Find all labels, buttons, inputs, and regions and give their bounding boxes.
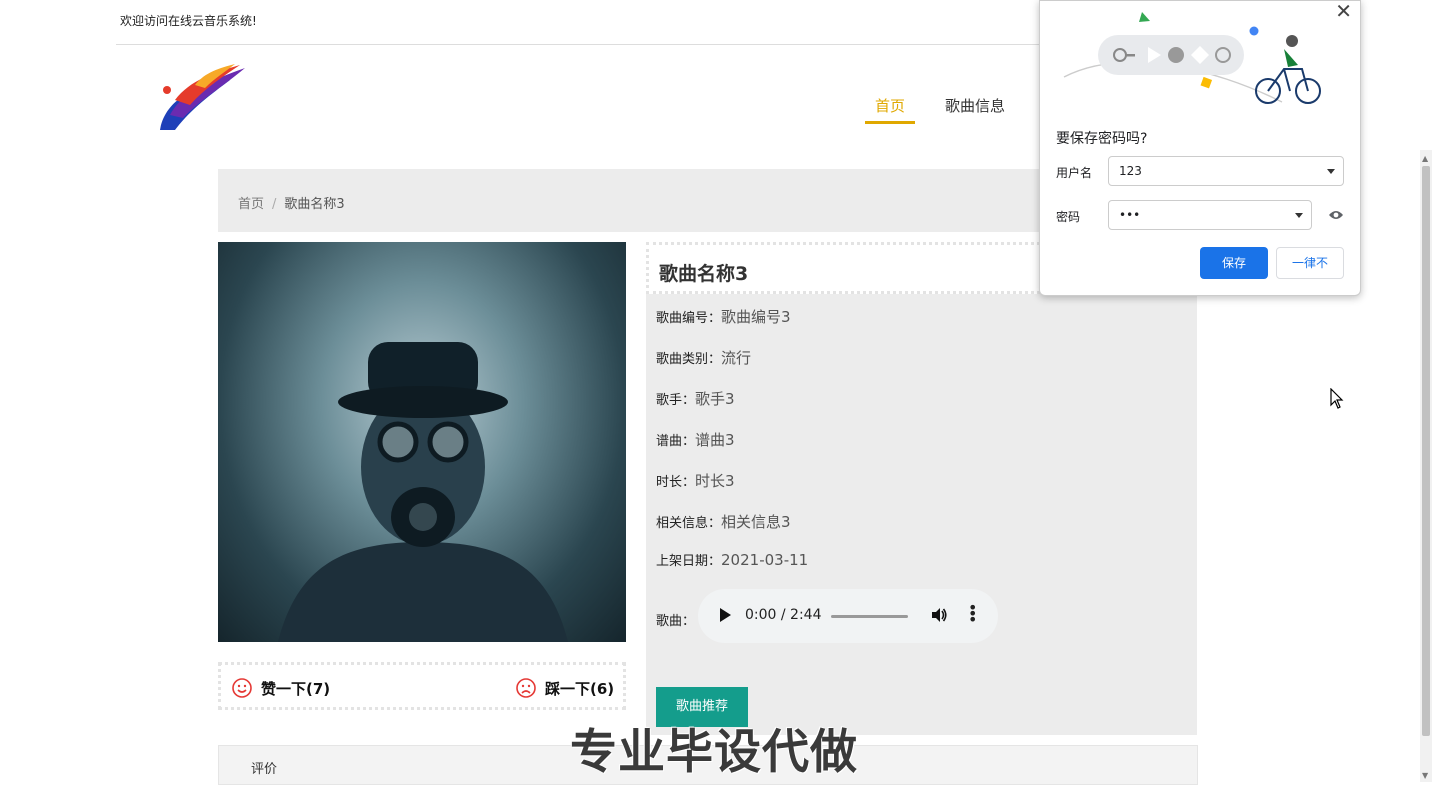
never-save-button[interactable]: 一律不 [1276, 247, 1344, 279]
more-options-icon[interactable]: • • • [968, 600, 977, 628]
field-song-category: 歌曲类别：流行 [656, 349, 752, 367]
nav-home[interactable]: 首页 [875, 95, 905, 116]
dislike-label: 踩一下(6) [545, 679, 615, 698]
save-password-button[interactable]: 保存 [1200, 247, 1268, 279]
dislike-button[interactable]: 踩一下(6) [515, 677, 614, 699]
field-duration: 时长：时长3 [656, 472, 735, 490]
like-button[interactable]: 赞一下(7) [231, 677, 330, 699]
audio-player[interactable]: 0:00 / 2:44 • • • [698, 589, 998, 643]
field-singer: 歌手：歌手3 [656, 390, 735, 408]
field-release-date: 上架日期：2021-03-11 [656, 551, 809, 569]
field-composer: 谱曲：谱曲3 [656, 431, 735, 449]
song-title: 歌曲名称3 [659, 263, 749, 285]
watermark-text: 专业毕设代做 [570, 725, 858, 780]
frown-icon [516, 678, 536, 698]
scroll-down-icon[interactable]: ▼ [1422, 771, 1428, 780]
chevron-down-icon[interactable] [1295, 213, 1303, 218]
gas-mask-figure-illustration [278, 342, 568, 642]
close-icon[interactable]: ✕ [1335, 0, 1352, 23]
field-song-number: 歌曲编号：歌曲编号3 [656, 308, 791, 326]
username-label: 用户名 [1056, 166, 1093, 180]
volume-icon[interactable] [930, 606, 948, 624]
scroll-up-icon[interactable]: ▲ [1422, 154, 1428, 163]
password-label: 密码 [1056, 210, 1081, 224]
eye-icon[interactable] [1328, 209, 1344, 221]
song-info-panel: 歌曲名称3 歌曲编号：歌曲编号3 歌曲类别：流行 歌手：歌手3 谱曲：谱曲3 时… [646, 242, 1197, 735]
field-related-info: 相关信息：相关信息3 [656, 513, 791, 531]
breadcrumb-separator: / [272, 197, 277, 212]
play-icon[interactable] [720, 608, 731, 622]
scrollbar-thumb[interactable] [1422, 166, 1430, 736]
audio-label: 歌曲： [656, 614, 696, 629]
review-label: 评价 [251, 762, 278, 777]
page-scrollbar[interactable]: ▲ ▼ [1420, 150, 1432, 782]
vote-box: 赞一下(7) 踩一下(6) [218, 662, 626, 710]
smile-icon [232, 678, 252, 698]
song-cover-image [218, 242, 626, 642]
nav-active-indicator [865, 121, 915, 124]
like-label: 赞一下(7) [261, 679, 331, 698]
mouse-cursor-icon [1330, 388, 1344, 409]
popup-title: 要保存密码吗? [1056, 131, 1148, 147]
audio-time: 0:00 / 2:44 [745, 607, 822, 623]
audio-progress-slider[interactable] [831, 615, 908, 618]
password-field[interactable]: ••• [1108, 200, 1312, 230]
breadcrumb-current: 歌曲名称3 [284, 197, 345, 212]
welcome-text: 欢迎访问在线云音乐系统! [120, 14, 257, 28]
password-illustration [1063, 12, 1321, 104]
save-password-popup: ✕ 要保存密码吗? 用户名 123 密码 ••• 保存 一律不 [1039, 0, 1361, 296]
breadcrumb-home[interactable]: 首页 [238, 197, 264, 212]
username-field[interactable]: 123 [1108, 156, 1344, 186]
top-bar: 欢迎访问在线云音乐系统! [116, 0, 1176, 45]
site-logo[interactable] [155, 60, 250, 135]
chevron-down-icon[interactable] [1327, 169, 1335, 174]
nav-song-info[interactable]: 歌曲信息 [945, 95, 1005, 116]
